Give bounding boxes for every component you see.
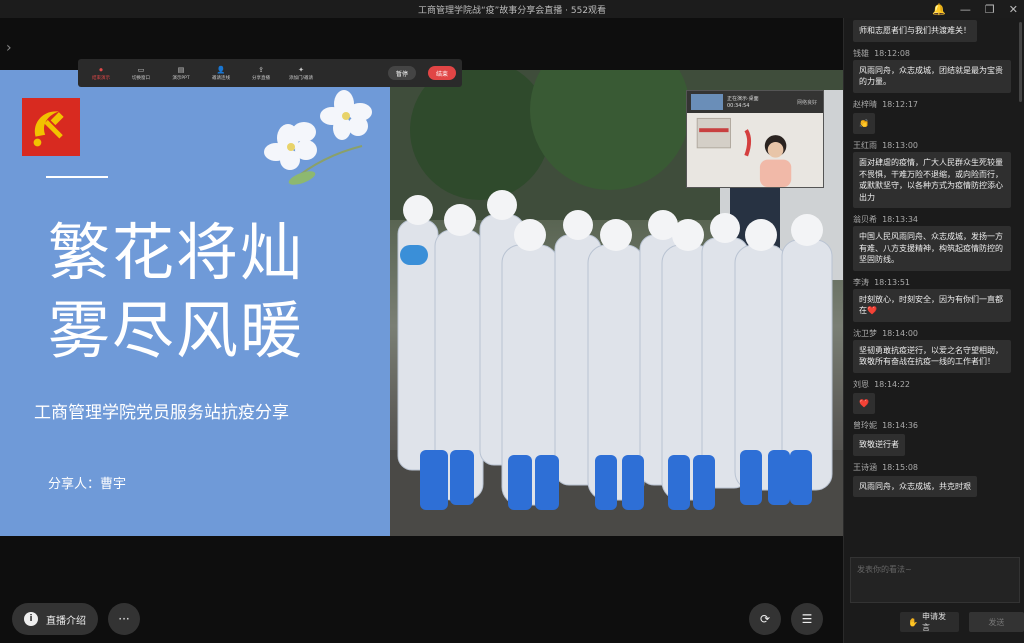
chat-scrollbar[interactable] bbox=[1019, 22, 1022, 102]
stop-present-icon: ⏺ bbox=[99, 65, 103, 74]
toolbar-item-invite-connect[interactable]: 👤 邀请连线 bbox=[204, 66, 238, 81]
chat-bubble: 时刻放心，时刻安全，因为有你们一直都在❤️ bbox=[853, 288, 1011, 322]
sparkle-icon: ✦ bbox=[298, 65, 304, 74]
minimize-icon[interactable]: — bbox=[960, 3, 971, 16]
chat-bubble: 致敬逆行者 bbox=[853, 434, 905, 456]
slide-title-line1: 繁花将灿 bbox=[48, 216, 305, 289]
chat-message: 刘恩 18:14:22 ❤️ bbox=[853, 378, 1024, 414]
chat-panel: 师和志愿者们与我们共渡难关！ 钱雄 18:12:08 风雨同舟，众志成城，团结就… bbox=[843, 18, 1024, 643]
chat-message: 赵梓晴 18:12:17 👏 bbox=[853, 98, 1024, 134]
camera-preview[interactable]: 正在演示·桌面 00:34:54 网络良好 bbox=[686, 90, 824, 188]
file-icon: ▤ bbox=[177, 65, 185, 74]
pause-button[interactable]: 暂停 bbox=[387, 66, 416, 80]
flower-illustration bbox=[264, 90, 372, 185]
chat-message: 钱雄 18:12:08 风雨同舟，众志成城，团结就是最为宝贵的力量。 bbox=[853, 47, 1024, 93]
info-icon: i bbox=[24, 612, 38, 626]
restore-icon[interactable]: ❐ bbox=[985, 3, 995, 16]
window-icon: ▭ bbox=[137, 65, 145, 74]
chat-user: 刘恩 bbox=[853, 379, 869, 389]
toolbar-item-stop-presenting[interactable]: ⏺ 结束演示 bbox=[84, 66, 118, 81]
share-icon: ⇪ bbox=[258, 65, 264, 74]
rotate-screen-button[interactable]: ⟳ bbox=[749, 603, 781, 635]
chat-time: 18:13:51 bbox=[874, 277, 911, 287]
chat-bubble: 风雨同舟，众志成城，共克时艰 bbox=[853, 475, 977, 497]
close-icon[interactable]: ✕ bbox=[1009, 3, 1018, 16]
presenter-toolbar: ⏺ 结束演示 ▭ 切换窗口 ▤ 演示PPT 👤 邀请连线 ⇪ 分享直播 ✦ 添加门/邀请 暂… bbox=[78, 59, 462, 87]
slide-presenter: 分享人：曹宇 bbox=[48, 477, 127, 492]
toolbar-item-present-ppt[interactable]: ▤ 演示PPT bbox=[164, 66, 198, 81]
chat-user: 王诗涵 bbox=[853, 462, 877, 472]
chat-bubble: 风雨同舟，众志成城，团结就是最为宝贵的力量。 bbox=[853, 59, 1011, 93]
chat-user: 王红雨 bbox=[853, 141, 877, 150]
window-controls: 🔔 — ❐ ✕ bbox=[932, 0, 1018, 18]
network-status: 网络良好 bbox=[796, 100, 817, 106]
chat-actions: ✋ 申请发言 发送 bbox=[900, 612, 1024, 632]
title-divider bbox=[46, 176, 108, 178]
more-button[interactable]: ··· bbox=[108, 603, 140, 635]
chat-time: 18:12:17 bbox=[882, 99, 919, 109]
chat-message: 翁贝希 18:13:34 中国人民风雨同舟、众志成城，发扬一方有难、八方支援精神… bbox=[853, 213, 1024, 271]
window-title: 工商管理学院战“疫”故事分享会直播 · 552观看 bbox=[417, 5, 607, 16]
chat-message: 曾玲妮 18:14:36 致敬逆行者 bbox=[853, 419, 1024, 456]
chat-bubble: 中国人民风雨同舟、众志成城，发扬一方有难、八方支援精神，构筑起疫情防控的坚固防线… bbox=[853, 226, 1011, 271]
bottom-right-controls: ⟳ ☰ bbox=[749, 603, 823, 635]
chat-message-list[interactable]: 师和志愿者们与我们共渡难关！ 钱雄 18:12:08 风雨同舟，众志成城，团结就… bbox=[844, 18, 1024, 551]
chat-time: 18:15:08 bbox=[882, 462, 919, 472]
title-bar: 工商管理学院战“疫”故事分享会直播 · 552观看 🔔 — ❐ ✕ bbox=[0, 0, 1024, 18]
danmaku-icon: ☰ bbox=[801, 612, 813, 626]
toolbar-item-switch-window[interactable]: ▭ 切换窗口 bbox=[124, 66, 158, 81]
rotate-icon: ⟳ bbox=[759, 612, 771, 626]
slide-subtitle: 工商管理学院党员服务站抗疫分享 bbox=[34, 403, 289, 423]
presenting-status: 正在演示·桌面 bbox=[727, 96, 759, 102]
chat-user: 曾玲妮 bbox=[853, 421, 877, 430]
camera-status-bar: 正在演示·桌面 00:34:54 网络良好 bbox=[687, 91, 823, 113]
chat-message: 王红雨 18:13:00 面对肆虐的疫情，广大人民群众生死较量不畏惧，干难万险不… bbox=[853, 139, 1024, 208]
live-timer: 00:34:54 bbox=[727, 103, 750, 109]
chat-bubble: 面对肆虐的疫情，广大人民群众生死较量不畏惧，干难万险不退缩，或向险而行，或默默坚… bbox=[853, 152, 1011, 208]
chat-message: 王诗涵 18:15:08 风雨同舟，众志成城，共克时艰 bbox=[853, 461, 1024, 497]
screen-thumbnail bbox=[691, 94, 723, 110]
danmaku-settings-button[interactable]: ☰ bbox=[791, 603, 823, 635]
notification-icon[interactable]: 🔔 bbox=[932, 3, 946, 16]
hand-icon: ✋ bbox=[908, 617, 918, 627]
bottom-left-controls: i 直播介绍 ··· bbox=[12, 603, 140, 635]
live-stage: › 繁花将灿 雾尽风暖 工商管理学院党员服务站抗疫分享 分享人：曹宇 ⏺ 结束演… bbox=[0, 18, 843, 643]
chat-time: 18:13:34 bbox=[882, 215, 919, 224]
chat-time: 18:12:08 bbox=[874, 48, 911, 58]
end-button[interactable]: 结束 bbox=[427, 66, 456, 80]
chat-message: 李涛 18:13:51 时刻放心，时刻安全，因为有你们一直都在❤️ bbox=[853, 276, 1024, 322]
party-emblem-icon bbox=[22, 98, 80, 156]
send-button[interactable]: 发送 bbox=[968, 612, 1024, 632]
chat-time: 18:14:00 bbox=[882, 328, 919, 338]
chat-bubble: 👏 bbox=[853, 112, 875, 134]
chat-time: 18:14:36 bbox=[882, 421, 919, 430]
chat-user: 翁贝希 bbox=[853, 215, 877, 224]
chat-user: 沈卫梦 bbox=[853, 328, 877, 338]
slide-title-panel: 繁花将灿 雾尽风暖 工商管理学院党员服务站抗疫分享 分享人：曹宇 bbox=[0, 70, 390, 536]
chat-user: 钱雄 bbox=[853, 48, 869, 58]
chat-time: 18:13:00 bbox=[882, 141, 919, 150]
toolbar-item-add-invite[interactable]: ✦ 添加门/邀请 bbox=[284, 66, 318, 81]
chat-user: 李涛 bbox=[853, 277, 869, 287]
chat-time: 18:14:22 bbox=[874, 379, 911, 389]
chat-bubble: 坚韧勇敢抗疫逆行，以爱之名守望相助，致敬所有奋战在抗疫一线的工作者们！ bbox=[853, 339, 1011, 373]
request-speak-button[interactable]: ✋ 申请发言 bbox=[900, 612, 959, 632]
chat-user: 赵梓晴 bbox=[853, 99, 877, 109]
user-icon: 👤 bbox=[216, 65, 226, 74]
chat-message: 沈卫梦 18:14:00 坚韧勇敢抗疫逆行，以爱之名守望相助，致敬所有奋战在抗疫… bbox=[853, 327, 1024, 373]
slide-title-line2: 雾尽风暖 bbox=[48, 294, 305, 367]
expand-sidebar-icon[interactable]: › bbox=[6, 40, 12, 56]
live-intro-button[interactable]: i 直播介绍 bbox=[12, 603, 98, 635]
chat-message: 师和志愿者们与我们共渡难关！ bbox=[853, 18, 1024, 42]
chat-bubble: ❤️ bbox=[853, 392, 875, 414]
toolbar-item-share-live[interactable]: ⇪ 分享直播 bbox=[244, 66, 278, 81]
chat-input[interactable]: 发表你的看法~ bbox=[850, 557, 1020, 603]
